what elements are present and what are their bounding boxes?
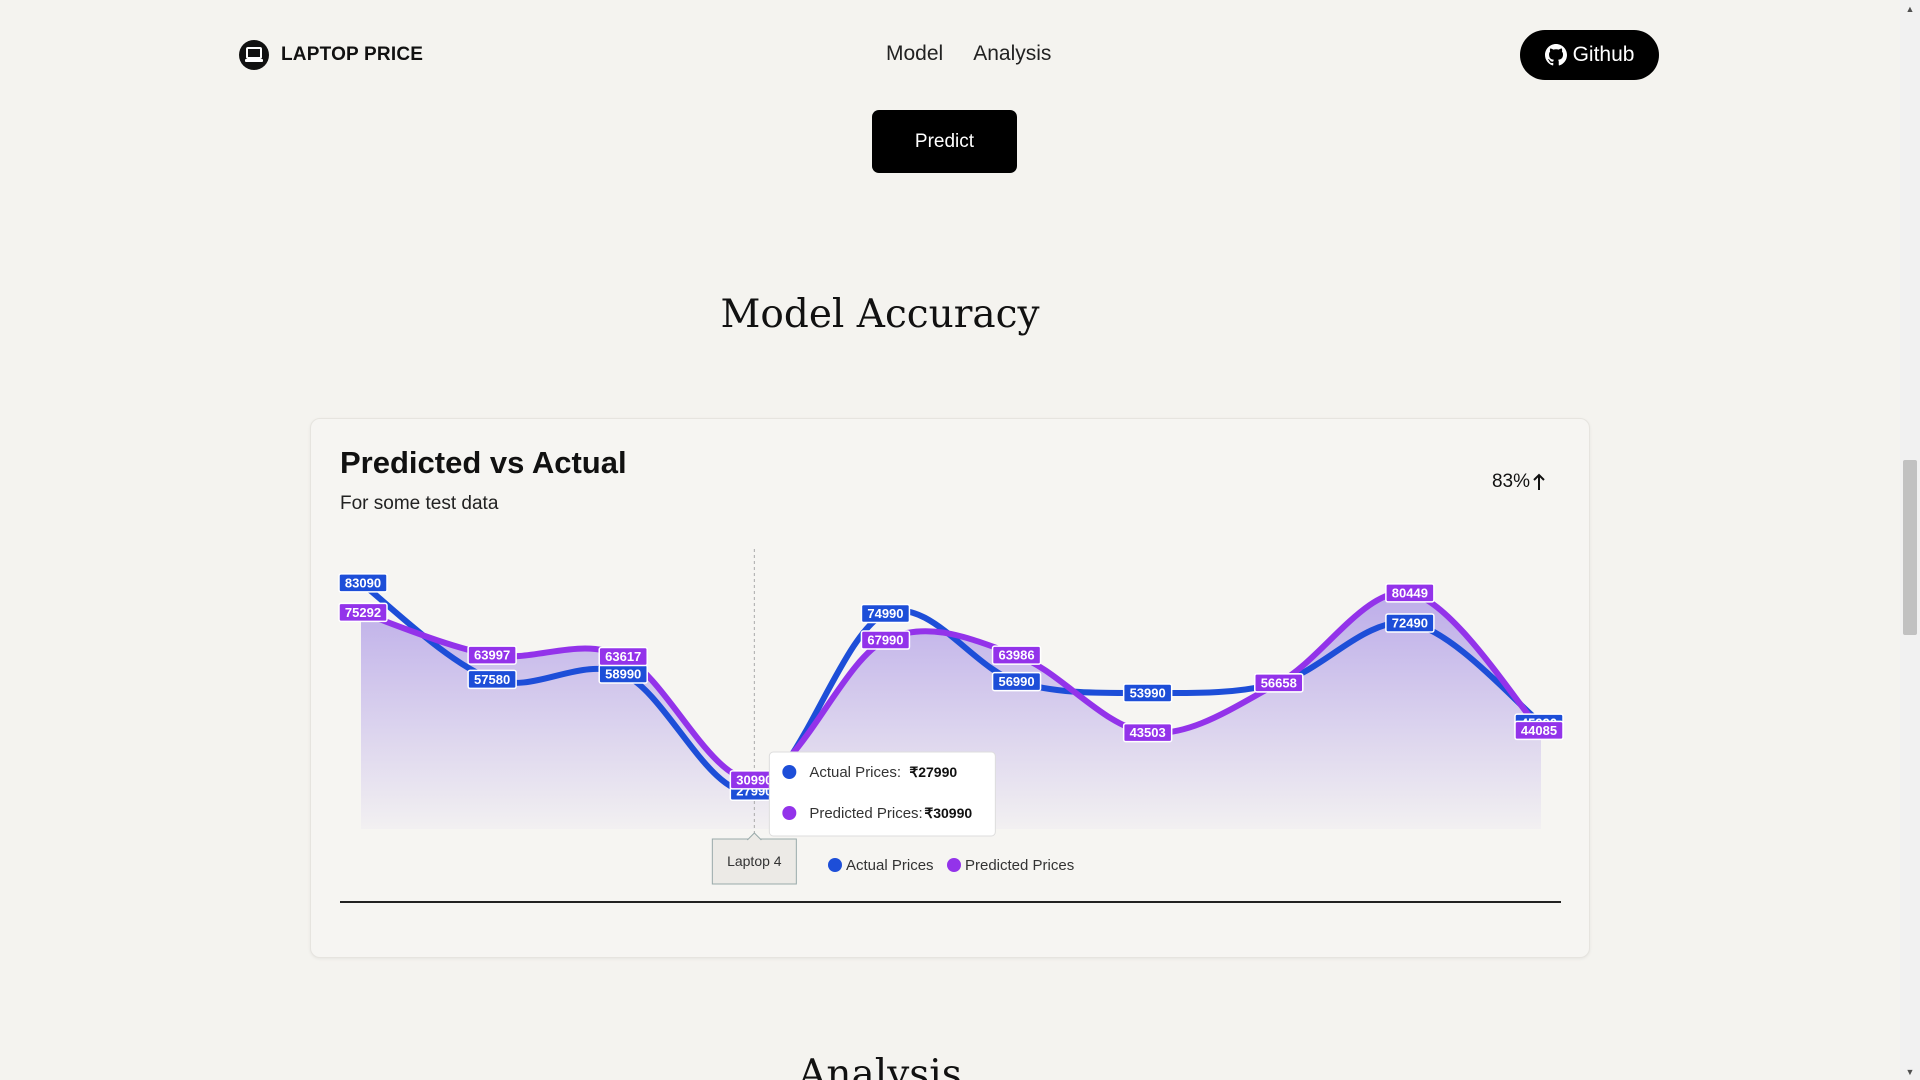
svg-text:56990: 56990 [998, 674, 1034, 689]
scroll-down-arrow[interactable]: ▼ [1900, 1063, 1920, 1080]
svg-text:30990: 30990 [736, 772, 772, 787]
chart-divider [340, 901, 1561, 903]
brand-name: LAPTOP PRICE [281, 44, 424, 65]
data-label-predicted: 80449 [1385, 583, 1435, 603]
x-axis-hover-label: Laptop 4 [711, 832, 797, 885]
scroll-up-arrow[interactable]: ▲ [1900, 0, 1920, 17]
tooltip-label: Actual Prices: [809, 764, 901, 781]
data-label-predicted: 67990 [860, 630, 911, 650]
data-label-actual: 57580 [467, 669, 517, 690]
legend-label: Actual Prices [846, 857, 934, 874]
nav-link-analysis[interactable]: Analysis [973, 42, 1051, 66]
predict-button[interactable]: Predict [872, 110, 1017, 173]
tooltip-marker-predicted [782, 806, 797, 820]
data-label-actual: 56990 [991, 671, 1042, 692]
data-label-predicted: 63617 [598, 646, 648, 667]
chart-tooltip: Actual Prices: ₹27990 Predicted Prices: ₹30… [768, 751, 996, 837]
legend-marker [947, 858, 961, 872]
svg-text:67990: 67990 [867, 633, 903, 648]
data-label-predicted: 75292 [338, 602, 388, 623]
legend-item-actual[interactable]: Actual Prices [828, 857, 934, 874]
github-label: Github [1572, 43, 1635, 66]
chart-card: Predicted vs Actual For some test data 8… [310, 418, 1590, 958]
svg-text:75292: 75292 [345, 605, 381, 620]
tooltip-value: ₹27990 [909, 764, 957, 780]
data-label-predicted: 56658 [1254, 673, 1304, 693]
page-scrollbar[interactable]: ▲ ▼ [1900, 0, 1920, 1080]
data-label-predicted: 44085 [1514, 720, 1564, 741]
tooltip-marker-actual [782, 765, 797, 779]
x-tick-label: Laptop 4 [727, 853, 782, 869]
svg-text:57580: 57580 [474, 672, 510, 687]
svg-text:63986: 63986 [998, 648, 1034, 663]
data-label-actual: 74990 [860, 603, 911, 624]
top-navbar: LAPTOP PRICE Model Analysis Github [0, 0, 1900, 110]
legend-marker [828, 858, 842, 872]
svg-text:72490: 72490 [1392, 616, 1428, 631]
github-icon [1544, 44, 1567, 66]
github-button[interactable]: Github [1520, 30, 1659, 80]
model-accuracy-heading: Model Accuracy [720, 292, 1040, 337]
svg-text:44085: 44085 [1521, 723, 1557, 738]
legend-item-predicted[interactable]: Predicted Prices [947, 857, 1074, 874]
svg-text:74990: 74990 [867, 606, 903, 621]
svg-text:58990: 58990 [605, 667, 641, 682]
legend-label: Predicted Prices [965, 857, 1074, 874]
data-label-predicted: 43503 [1122, 722, 1173, 743]
svg-text:63617: 63617 [605, 649, 641, 664]
svg-text:43503: 43503 [1130, 725, 1166, 740]
scroll-thumb[interactable] [1903, 460, 1917, 635]
brand[interactable]: LAPTOP PRICE [239, 40, 423, 70]
svg-text:80449: 80449 [1392, 585, 1428, 600]
analysis-heading: Analysis [798, 1052, 962, 1080]
svg-text:83090: 83090 [345, 575, 381, 590]
nav-link-model[interactable]: Model [886, 42, 943, 66]
data-label-actual: 72490 [1385, 613, 1435, 633]
data-label-predicted: 63997 [467, 645, 517, 665]
predicted-vs-actual-chart[interactable]: 8309057580589902799074990569905399056658… [311, 419, 1591, 899]
laptop-icon [239, 40, 269, 70]
svg-text:56658: 56658 [1261, 675, 1297, 690]
data-label-actual: 53990 [1122, 683, 1173, 703]
data-label-predicted: 63986 [991, 645, 1042, 665]
nav-links: Model Analysis [886, 42, 1051, 66]
svg-text:63997: 63997 [474, 648, 510, 663]
tooltip-value: ₹30990 [924, 805, 972, 821]
svg-text:53990: 53990 [1130, 685, 1166, 700]
chart-legend[interactable]: Actual Prices Predicted Prices [828, 857, 1074, 874]
data-label-actual: 83090 [338, 573, 388, 593]
tooltip-label: Predicted Prices: [809, 805, 922, 822]
data-label-actual: 58990 [598, 664, 648, 684]
